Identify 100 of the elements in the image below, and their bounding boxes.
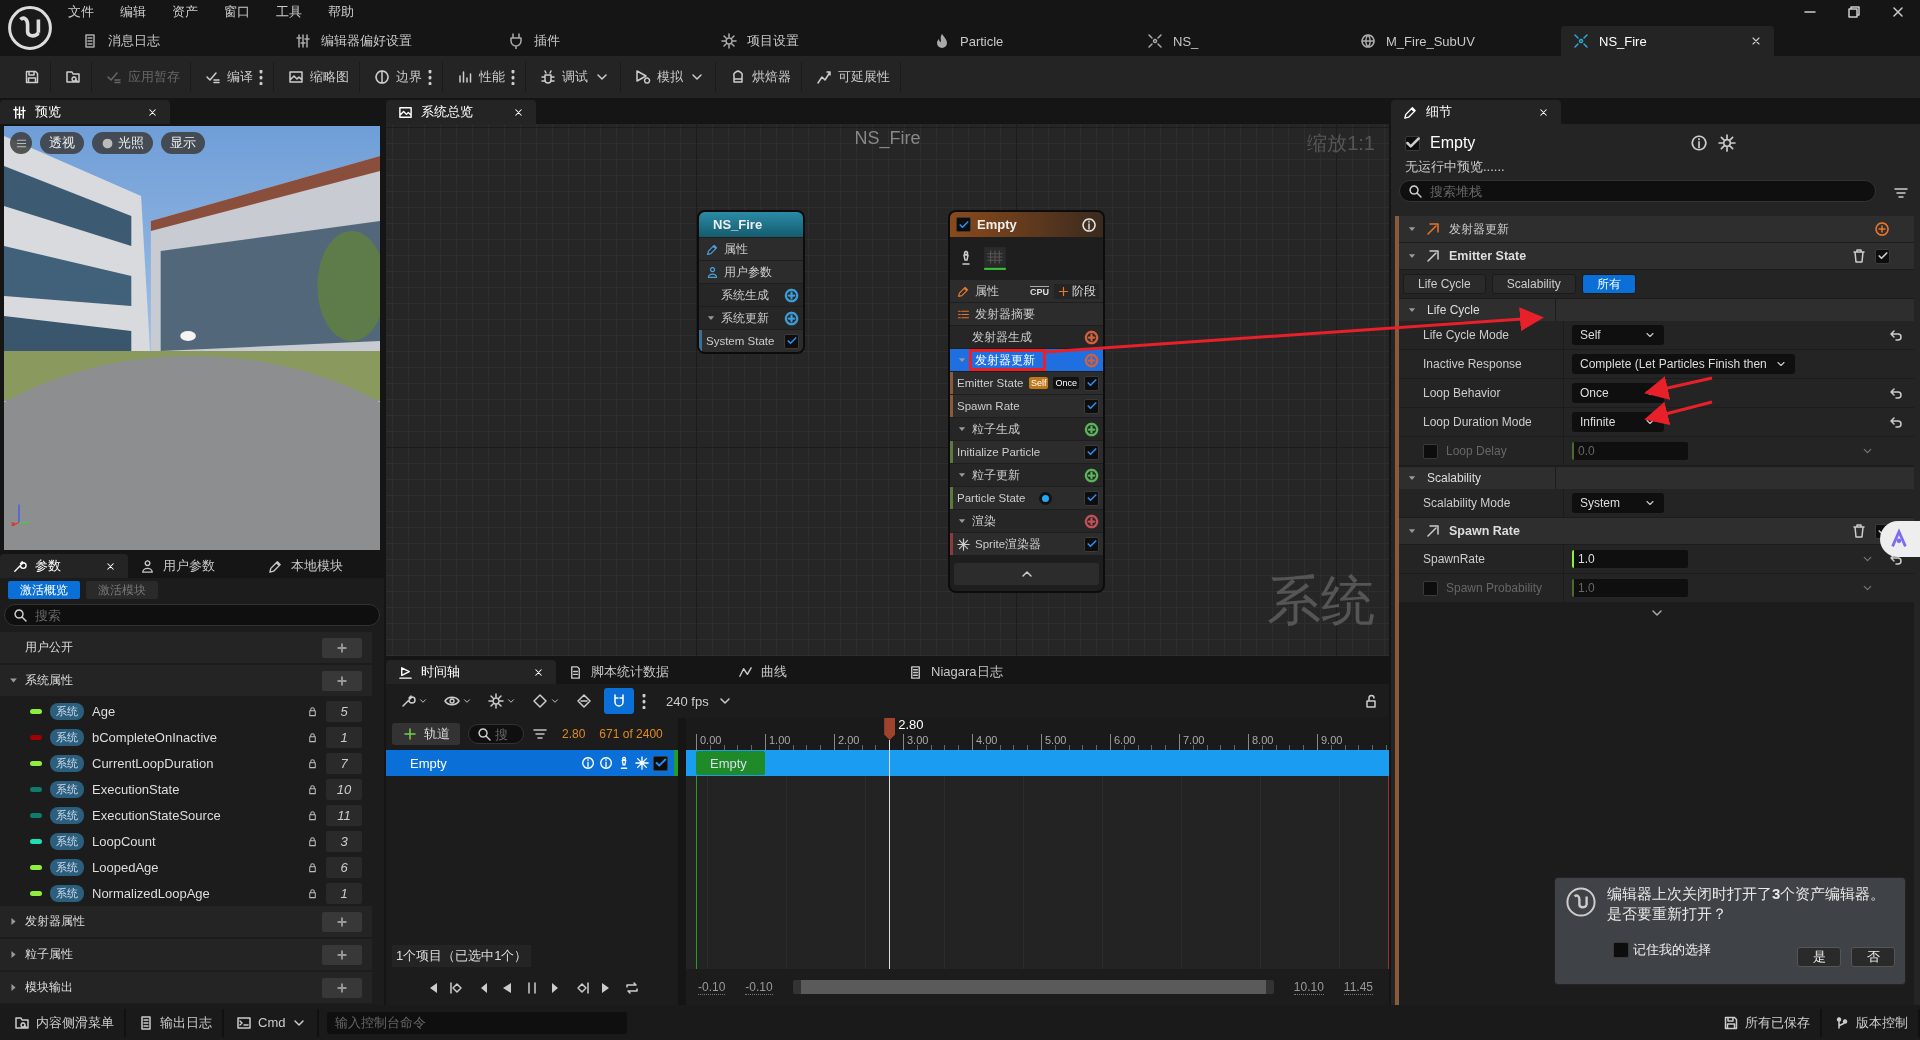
toolbar-button[interactable]: 边界 bbox=[364, 62, 443, 92]
panel-tab[interactable]: 预览 bbox=[0, 100, 170, 124]
category-header[interactable]: Life Cycle bbox=[1399, 299, 1914, 321]
value-field[interactable]: 5 bbox=[326, 700, 362, 722]
assistant-toast[interactable] bbox=[1880, 521, 1920, 557]
checkbox[interactable] bbox=[1613, 942, 1629, 958]
parameter-name[interactable]: NormalizedLoopAge bbox=[92, 885, 299, 901]
range-value[interactable]: 10.10 bbox=[1293, 979, 1324, 995]
previous-key-icon[interactable] bbox=[449, 980, 465, 996]
status-button[interactable]: 所有已保存 bbox=[1713, 1008, 1822, 1037]
toolbar-button[interactable]: 性能 bbox=[447, 62, 526, 92]
dropdown[interactable]: Once bbox=[1572, 383, 1664, 403]
viewport-button[interactable]: 透视 bbox=[40, 132, 84, 154]
close-icon[interactable] bbox=[1890, 4, 1906, 20]
menu-item[interactable]: 资产 bbox=[172, 3, 198, 21]
close-icon[interactable] bbox=[147, 106, 158, 118]
range-value[interactable]: -0.10 bbox=[698, 979, 726, 995]
info-icon[interactable] bbox=[1081, 216, 1097, 233]
range-value[interactable]: 11.45 bbox=[1343, 979, 1373, 995]
toolbar-button[interactable]: 可延展性 bbox=[806, 62, 901, 92]
toolbar-button[interactable]: 调试 bbox=[530, 62, 621, 92]
viewport-button[interactable]: 显示 bbox=[161, 132, 205, 154]
document-tab[interactable]: 插件 bbox=[496, 26, 709, 56]
panel-tab[interactable]: 用户参数 bbox=[128, 554, 256, 578]
value-field[interactable]: 1 bbox=[326, 726, 362, 748]
panel-tab[interactable]: 本地模块 bbox=[256, 554, 384, 578]
node-row[interactable]: 粒子更新 bbox=[950, 464, 1103, 486]
range-value[interactable]: -0.10 bbox=[745, 979, 773, 995]
category-tab[interactable]: Scalability bbox=[1491, 274, 1576, 294]
node-row[interactable]: 属性 bbox=[699, 238, 803, 260]
snap-button[interactable] bbox=[604, 688, 634, 714]
filter-icon[interactable] bbox=[1892, 185, 1910, 201]
checkbox[interactable] bbox=[784, 333, 799, 349]
status-button[interactable]: 版本控制 bbox=[1824, 1008, 1920, 1037]
thumbnail-icon[interactable] bbox=[982, 245, 1008, 271]
add-track-button[interactable]: 轨道 bbox=[392, 723, 460, 745]
checkbox[interactable] bbox=[1084, 375, 1099, 391]
checkbox[interactable] bbox=[1084, 490, 1099, 506]
dialog-button[interactable]: 是 bbox=[1797, 947, 1841, 967]
status-button[interactable]: Cmd bbox=[226, 1008, 320, 1037]
close-icon[interactable] bbox=[1750, 35, 1762, 47]
section-header[interactable]: 模块输出 bbox=[0, 972, 372, 1003]
emitter-node[interactable]: Empty 属性 CPU 阶段 发射器摘要 发射器生成 发射器更新 Emitter State Self Once Spawn Rate 粒子生成 Initialize Particle 粒子更新 Particle State 渲染 Sprite渲染器 bbox=[950, 212, 1103, 591]
node-row[interactable]: 发射器摘要 bbox=[950, 303, 1103, 325]
module-row[interactable]: Emitter State Self Once bbox=[950, 372, 1103, 394]
trash-icon[interactable] bbox=[1851, 523, 1867, 539]
node-row[interactable]: 系统更新 bbox=[699, 307, 803, 329]
value-field[interactable]: 3 bbox=[326, 830, 362, 852]
toolbar-button[interactable]: 烘焙器 bbox=[720, 62, 802, 92]
settings-icon[interactable] bbox=[1718, 134, 1736, 152]
add-button[interactable] bbox=[322, 944, 362, 965]
panel-tab[interactable]: 细节 bbox=[1391, 100, 1561, 124]
panel-tab[interactable]: 脚本统计数据 bbox=[556, 660, 726, 684]
track-row[interactable]: Empty bbox=[386, 750, 678, 776]
document-tab[interactable]: 编辑器偏好设置 bbox=[283, 26, 496, 56]
menu-item[interactable]: 窗口 bbox=[224, 3, 250, 21]
category-tab[interactable]: 所有 bbox=[1581, 274, 1636, 294]
value-field[interactable]: 10 bbox=[326, 778, 362, 800]
add-icon[interactable] bbox=[1874, 221, 1890, 237]
section-header[interactable]: 粒子属性 bbox=[0, 939, 372, 970]
reset-icon[interactable] bbox=[1888, 327, 1904, 343]
parameter-name[interactable]: bCompleteOnInactive bbox=[92, 729, 299, 745]
checkbox[interactable] bbox=[956, 217, 971, 232]
section-header[interactable]: 发射器属性 bbox=[0, 906, 372, 937]
document-tab[interactable]: Particle bbox=[922, 26, 1135, 56]
module-row[interactable]: Sprite渲染器 bbox=[950, 533, 1103, 555]
panel-tab[interactable]: 参数 bbox=[0, 554, 128, 578]
add-button[interactable] bbox=[322, 637, 362, 658]
node-row[interactable]: 渲染 bbox=[950, 510, 1103, 532]
module-row[interactable]: Initialize Particle bbox=[950, 441, 1103, 463]
next-key-icon[interactable] bbox=[574, 980, 590, 996]
document-tab[interactable]: NS_ bbox=[1135, 26, 1348, 56]
section-header[interactable]: 系统属性 bbox=[0, 665, 372, 696]
toolbar-button[interactable]: 缩略图 bbox=[278, 62, 360, 92]
playhead-handle[interactable] bbox=[884, 718, 896, 740]
category-header[interactable]: Scalability bbox=[1399, 467, 1914, 489]
node-row[interactable]: 发射器更新 bbox=[950, 349, 1103, 371]
add-button[interactable] bbox=[322, 670, 362, 691]
parameter-name[interactable]: LoopCount bbox=[92, 833, 299, 849]
panel-tab[interactable]: 时间轴 bbox=[386, 660, 556, 684]
filter-button[interactable]: 激活概览 bbox=[8, 581, 80, 599]
checkbox[interactable] bbox=[1405, 135, 1420, 151]
parameter-name[interactable]: ExecutionStateSource bbox=[92, 807, 299, 823]
parameter-name[interactable]: ExecutionState bbox=[92, 781, 299, 797]
reset-icon[interactable] bbox=[1888, 414, 1904, 430]
panel-tab[interactable]: Niagara日志 bbox=[896, 660, 1066, 684]
menu-item[interactable]: 文件 bbox=[68, 3, 94, 21]
document-tab[interactable]: 项目设置 bbox=[709, 26, 922, 56]
viewport-button[interactable]: 光照 bbox=[92, 132, 153, 154]
value-field[interactable]: 7 bbox=[326, 752, 362, 774]
value-field[interactable]: 11 bbox=[326, 804, 362, 826]
document-tab[interactable]: 消息日志 bbox=[70, 26, 283, 56]
document-tab[interactable]: NS_Fire bbox=[1561, 26, 1774, 56]
console-field[interactable]: 输入控制台命令 bbox=[327, 1011, 628, 1034]
scrollbar[interactable] bbox=[792, 980, 1274, 994]
close-icon[interactable] bbox=[105, 560, 116, 572]
toolbar-button[interactable]: 模拟 bbox=[625, 62, 716, 92]
menu-item[interactable]: 工具 bbox=[276, 3, 302, 21]
module-row[interactable]: Spawn Rate bbox=[950, 395, 1103, 417]
track-area[interactable] bbox=[696, 776, 1389, 969]
